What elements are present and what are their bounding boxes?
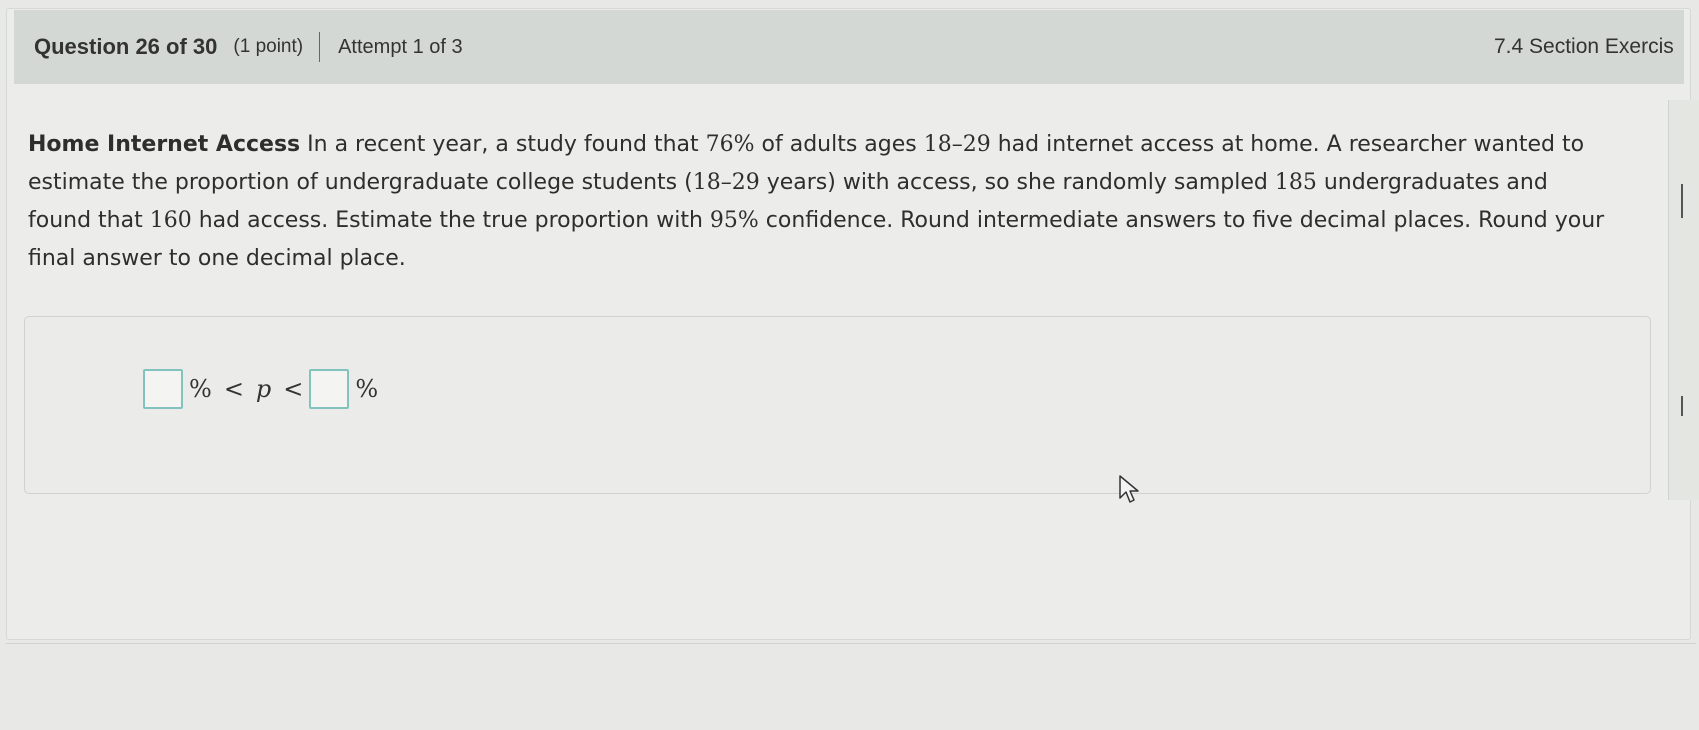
less-than-sign: <	[283, 375, 304, 403]
problem-text: In a recent year, a study found that	[300, 132, 706, 157]
question-number: Question 26 of 30	[34, 34, 218, 59]
problem-title: Home Internet Access	[28, 132, 301, 157]
proportion-variable: p	[256, 375, 271, 403]
problem-text: had access. Estimate the true proportion…	[191, 208, 710, 233]
problem-number: 18–29	[923, 132, 991, 157]
percent-sign: %	[355, 375, 379, 403]
section-title: 7.4 Section Exercis	[1494, 35, 1674, 58]
less-than-sign: <	[223, 375, 244, 403]
attempt-counter: Attempt 1 of 3	[338, 35, 463, 58]
problem-number: 95%	[709, 208, 759, 233]
toolbar-mark	[1681, 184, 1683, 218]
problem-number: 160	[149, 208, 192, 233]
question-header: Question 26 of 30 (1 point) Attempt 1 of…	[14, 10, 1684, 84]
problem-text: of adults ages	[754, 132, 924, 157]
problem-number: 18–29	[692, 170, 760, 195]
variable-p: p	[255, 375, 272, 403]
problem-text: years) with access, so she randomly samp…	[759, 170, 1275, 195]
divider	[6, 643, 1696, 644]
problem-statement: Home Internet Access In a recent year, a…	[28, 126, 1613, 278]
problem-number: 185	[1274, 170, 1317, 195]
answer-panel: % < p < %	[24, 316, 1651, 494]
percent-sign: %	[189, 375, 212, 403]
points-value: (1 point)	[233, 36, 304, 57]
toolbar-mark	[1681, 396, 1683, 416]
mouse-cursor-icon	[1119, 475, 1139, 503]
confidence-interval-inequality: % < p < %	[143, 369, 384, 409]
upper-bound-input[interactable]	[309, 369, 350, 409]
problem-number: 76%	[705, 132, 755, 157]
side-toolbar[interactable]	[1668, 100, 1699, 500]
lower-bound-input[interactable]	[143, 369, 183, 409]
header-divider	[319, 32, 321, 62]
